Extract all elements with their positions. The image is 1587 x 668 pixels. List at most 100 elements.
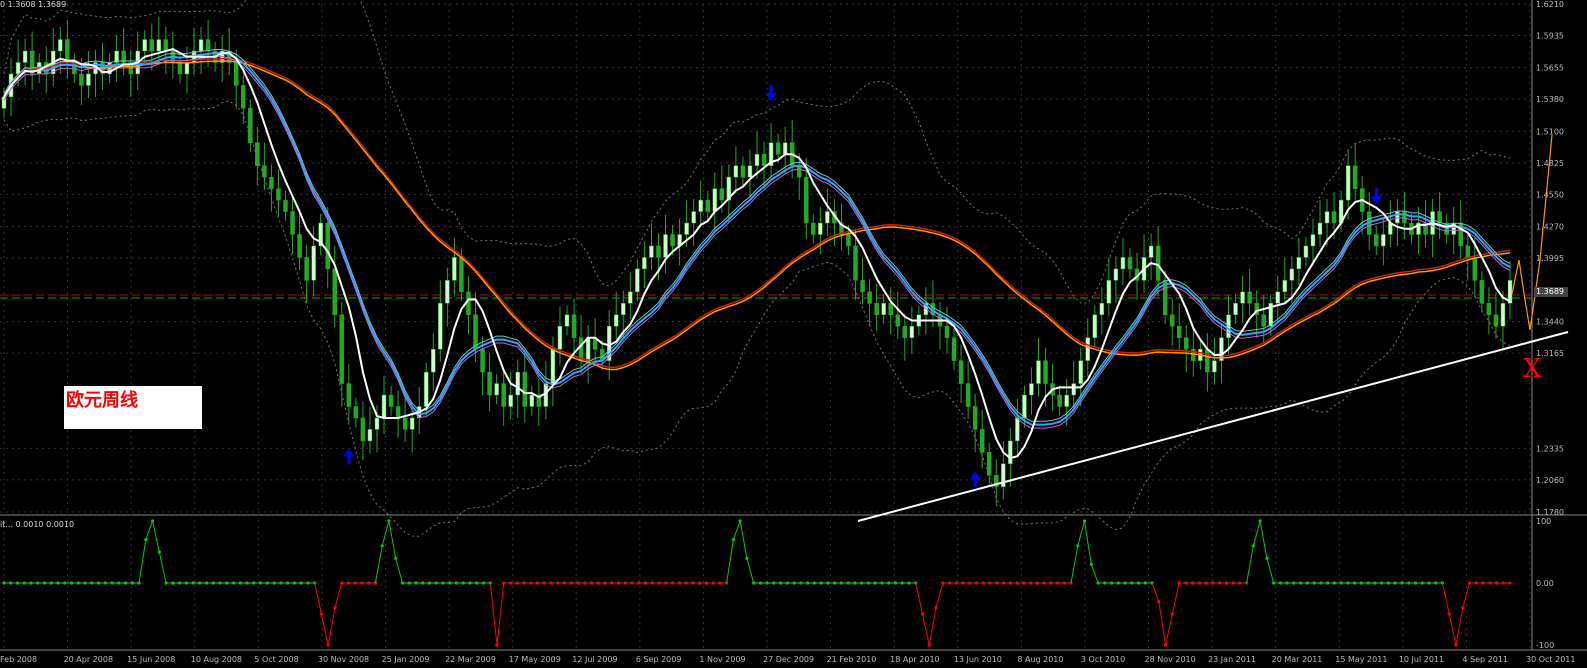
candle-body [381, 394, 387, 419]
candle-body [972, 406, 978, 430]
candle-body [501, 383, 506, 407]
osc-tick-label: 100 [1536, 517, 1551, 526]
candle-body [1331, 211, 1337, 224]
candle-body [241, 85, 246, 109]
time-tick-label: 17 May 2009 [509, 655, 561, 664]
candle-body [1085, 337, 1091, 361]
arrow-up-icon [969, 471, 981, 488]
candle-body [853, 245, 858, 281]
time-tick-label: 1 Nov 2009 [699, 655, 745, 664]
candle-body [1233, 303, 1238, 316]
price-tick-label: 1.4270 [1536, 222, 1564, 231]
candle-body [1113, 268, 1119, 281]
candle-body [445, 280, 450, 304]
osc-segment [1259, 520, 1268, 559]
candle-body [1022, 394, 1027, 419]
candle-body [867, 291, 872, 304]
candle-body [1261, 314, 1266, 327]
candle-body [571, 314, 577, 338]
osc-segment [1151, 582, 1160, 602]
candle-body [1064, 394, 1069, 407]
candle-body [142, 39, 147, 52]
ma-long-orange [3, 60, 1511, 371]
candle-body [1324, 211, 1330, 224]
candle-body [1345, 165, 1351, 201]
candle-body [846, 234, 851, 247]
candle-body [58, 39, 63, 52]
candle-body [775, 142, 781, 155]
price-tick-label: 1.5935 [1536, 32, 1564, 41]
price-tick-label: 1.2060 [1536, 476, 1564, 485]
time-tick-label: 22 Mar 2009 [445, 655, 496, 664]
candle-body [958, 360, 964, 384]
candle-body [621, 303, 626, 316]
candle-body [1155, 245, 1161, 281]
candle-body [508, 394, 513, 407]
candle-body [276, 188, 281, 201]
candle-body [346, 383, 352, 407]
candle-body [1092, 314, 1098, 338]
time-tick-label: 3 Oct 2010 [1081, 655, 1125, 664]
candle-body [656, 245, 661, 258]
price-tick-label: 1.5100 [1536, 127, 1564, 136]
candle-body [205, 39, 211, 52]
oscillator-info: it... 0.0010 0.0010 [0, 520, 75, 529]
candle-body [494, 383, 499, 396]
osc-segment [935, 582, 944, 608]
candle-body [452, 257, 457, 281]
candle-body [614, 314, 619, 327]
candle-body [1500, 303, 1506, 327]
osc-segment [1252, 520, 1261, 546]
candle-body [796, 165, 802, 178]
candle-body [1317, 222, 1323, 235]
osc-segment [334, 582, 343, 608]
candle-body [304, 257, 309, 281]
time-tick-label: 28 Nov 2010 [1145, 655, 1196, 664]
osc-segment [327, 607, 336, 646]
time-tick-label: Feb 2008 [0, 655, 37, 664]
candle-body [529, 394, 535, 407]
osc-segment [1084, 520, 1092, 565]
main-chart-info: 0 1.3608 1.3689 [0, 0, 67, 9]
ma-mid-magenta [3, 55, 1511, 429]
candle-body [979, 429, 985, 453]
candle-body [1352, 165, 1358, 189]
candle-body [1275, 291, 1281, 304]
candle-body [747, 165, 753, 178]
osc-segment [915, 582, 923, 615]
reversal-x-mark: X [1523, 354, 1542, 384]
candle-body [881, 303, 886, 316]
candle-body [951, 337, 957, 361]
candle-body [628, 291, 633, 304]
candle-body [642, 257, 647, 270]
candle-body [15, 62, 21, 75]
osc-segment [395, 558, 403, 584]
candle-body [888, 303, 893, 316]
time-tick-label: 13 Jun 2010 [954, 655, 1002, 664]
time-tick-label: 8 Aug 2010 [1017, 655, 1063, 664]
candle-body [163, 39, 169, 52]
candle-body [466, 291, 471, 316]
osc-segment [138, 539, 147, 584]
candle-body [1247, 291, 1252, 304]
candle-body [248, 108, 253, 144]
candle-body [367, 429, 373, 442]
osc-segment [1266, 558, 1275, 584]
candle-body [1493, 314, 1499, 327]
candle-body [543, 383, 549, 407]
candle-body [1099, 303, 1105, 316]
candle-body [1036, 360, 1041, 384]
candle-body [1296, 257, 1302, 270]
time-tick-label: 15 May 2011 [1335, 655, 1387, 664]
candle-body [691, 211, 696, 224]
candle-body [1106, 280, 1112, 304]
candle-body [564, 314, 570, 327]
osc-segment [732, 520, 741, 540]
osc-segment [726, 539, 734, 584]
candle-body [1479, 280, 1485, 304]
candle-body [698, 199, 703, 212]
candle-body [177, 62, 183, 75]
candle-body [374, 417, 380, 430]
osc-segment [1165, 613, 1173, 646]
candle-body [825, 211, 830, 224]
